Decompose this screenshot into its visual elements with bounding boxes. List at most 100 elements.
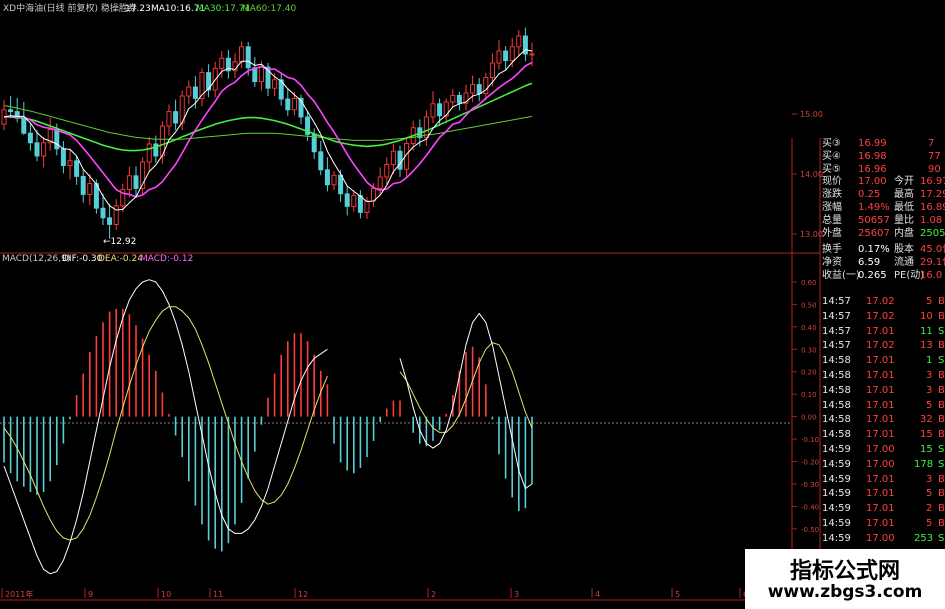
- quote-value: 50657: [858, 214, 890, 226]
- quote-right-value: 7: [928, 138, 935, 149]
- tick-side: B: [938, 518, 945, 529]
- tick-side: B: [938, 473, 945, 485]
- quote-label: 外盘: [822, 227, 842, 239]
- quote-value: 0.25: [858, 189, 881, 201]
- quote-label: 买③: [822, 138, 841, 149]
- candle-body: [173, 111, 179, 124]
- candle-body: [34, 142, 40, 157]
- candle-body: [384, 163, 390, 178]
- candle-body: [509, 46, 515, 62]
- candle-body: [133, 175, 139, 189]
- dif-label: DIF:-0.30: [62, 254, 103, 264]
- tick-price: 17.01: [866, 429, 895, 441]
- tick-price: 17.02: [866, 296, 895, 307]
- watermark-url: www.zbgs3.com: [767, 582, 923, 602]
- quote-value: 16.98: [858, 150, 887, 162]
- quote-mid-label: 今开: [894, 176, 914, 188]
- candle-body: [423, 116, 429, 138]
- macd-tick-label: 0.20: [801, 369, 817, 377]
- tick-volume: 178: [914, 458, 934, 470]
- tick-time: 14:57: [822, 340, 851, 352]
- macd-name-label: MACD(12,26,9): [2, 254, 70, 264]
- tick-volume: 5: [926, 296, 933, 307]
- tick-side: S: [938, 355, 945, 367]
- tick-price: 17.01: [866, 325, 895, 337]
- candle-body: [397, 150, 403, 170]
- quote-right-value: 16.89: [920, 202, 945, 213]
- candle-body: [338, 174, 344, 195]
- tick-price: 17.00: [866, 458, 895, 470]
- candle-body: [27, 132, 33, 144]
- tick-side: B: [938, 399, 945, 411]
- quote-mid-label: 股本: [894, 244, 914, 256]
- candle-body: [344, 193, 350, 207]
- tick-side: B: [938, 414, 945, 426]
- candle-body: [364, 200, 370, 213]
- candle-body: [21, 117, 27, 134]
- tick-side: B: [938, 296, 945, 307]
- candle-body: [87, 183, 93, 195]
- candle-body: [258, 66, 264, 83]
- candle-body: [351, 195, 357, 207]
- candle-body: [516, 35, 522, 48]
- macd-tick-label: 0.10: [801, 391, 817, 399]
- candle-body: [470, 84, 476, 94]
- tick-price: 17.01: [866, 355, 895, 367]
- candle-body: [291, 97, 297, 111]
- candle-body: [456, 94, 462, 104]
- macd-tick-label: -0.40: [801, 503, 819, 511]
- candle-body: [357, 195, 363, 213]
- tick-volume: 1: [926, 355, 933, 367]
- candle-body: [285, 98, 291, 111]
- tick-price: 17.01: [866, 399, 895, 411]
- quote-right-value: 90: [928, 163, 941, 175]
- tick-time: 14:58: [822, 429, 851, 441]
- date-tick-label: 2011年: [5, 589, 33, 599]
- candle-body: [60, 148, 66, 167]
- candle-body: [489, 62, 495, 78]
- tick-volume: 2: [926, 503, 933, 515]
- date-tick-label: 12: [298, 590, 308, 599]
- quote-label: 现价: [822, 176, 842, 188]
- macd-tick-label: -0.10: [801, 436, 819, 444]
- tick-time: 14:58: [822, 355, 851, 367]
- candle-body: [450, 94, 456, 103]
- candle-body: [192, 86, 198, 99]
- macd-tick-label: 0.00: [801, 414, 817, 422]
- macd-value-label: MACD:-0.12: [140, 254, 193, 264]
- ma60-label: MA60:17.40: [242, 4, 296, 14]
- tick-time: 14:57: [822, 296, 851, 307]
- tick-time: 14:59: [822, 488, 851, 500]
- candle-body: [166, 111, 172, 127]
- tick-price: 17.02: [866, 340, 895, 352]
- quote-right-value: 16.97: [920, 176, 945, 188]
- macd-tick-label: 0.60: [801, 279, 817, 287]
- quote-right-value: 16.0: [920, 270, 943, 281]
- macd-histogram: [3, 308, 533, 552]
- quote-panel: 买③ 16.99 7 买④ 16.98 77 买⑤ 16.96 90 现价 17.00 今开 16.97…: [820, 138, 945, 578]
- tick-time: 14:58: [822, 384, 851, 396]
- quote-value: 6.59: [858, 257, 881, 269]
- quote-mid-label: 流通: [894, 257, 914, 269]
- tick-side: B: [938, 488, 945, 500]
- watermark-title: 指标公式网: [789, 559, 900, 584]
- candle-body: [390, 150, 396, 165]
- tick-volume: 5: [926, 518, 933, 529]
- quote-right-value: 1.08: [920, 214, 943, 226]
- candle-body: [219, 57, 225, 69]
- quote-right-value: 29.1亿: [920, 257, 945, 269]
- tick-price: 17.02: [866, 310, 895, 322]
- tick-side: B: [938, 503, 945, 515]
- stock-chart: XD中海油(日线 前复权) 稳操胜券 17.23 MA10:16.71 MA30…: [0, 2, 945, 601]
- quote-right-value: 77: [928, 150, 941, 162]
- tick-side: S: [938, 532, 945, 544]
- tick-volume: 5: [926, 488, 933, 500]
- tick-time: 14:59: [822, 444, 851, 455]
- tick-price: 17.01: [866, 384, 895, 396]
- macd-tick-label: -0.30: [801, 481, 819, 489]
- tick-time: 14:57: [822, 310, 851, 322]
- tick-side: S: [938, 458, 945, 470]
- tick-volume: 253: [914, 532, 934, 544]
- quote-label: 换手: [822, 244, 842, 256]
- quote-mid-label: 最低: [894, 202, 914, 213]
